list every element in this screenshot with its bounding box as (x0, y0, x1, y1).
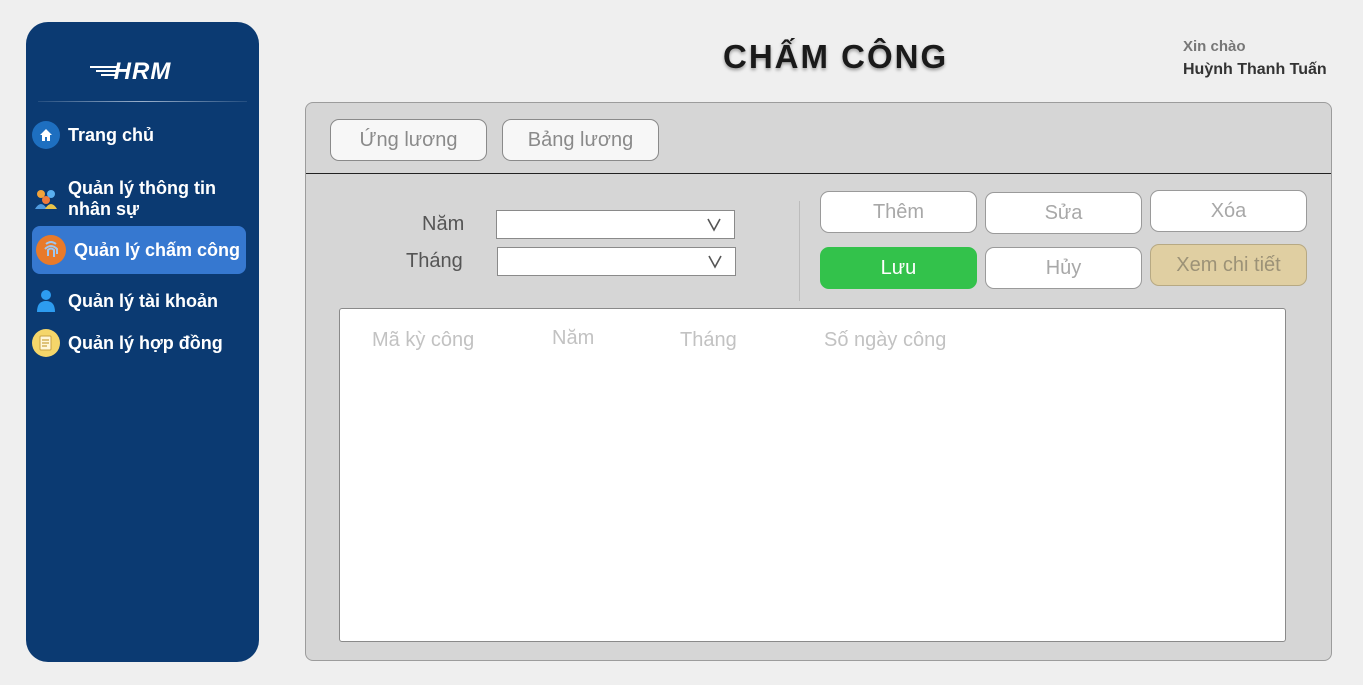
sidebar-item-personnel[interactable]: Quản lý thông tin nhân sự (32, 176, 246, 222)
people-icon (32, 185, 60, 213)
tab-salary-advance[interactable]: Ứng lương (330, 119, 487, 161)
tab-payroll[interactable]: Bảng lương (502, 119, 659, 161)
page-title: CHẤM CÔNG (723, 38, 949, 75)
column-header-month: Tháng (680, 329, 737, 351)
user-name: Huỳnh Thanh Tuấn (1183, 61, 1327, 78)
chevron-down-icon (708, 255, 722, 269)
tab-divider (306, 173, 1331, 174)
attendance-table: Mã kỳ công Năm Tháng Số ngày công (339, 308, 1286, 642)
sidebar-item-label: Quản lý chấm công (74, 239, 241, 260)
year-select[interactable] (496, 210, 735, 239)
month-label: Tháng (406, 250, 463, 272)
sidebar-item-label: Quản lý tài khoản (68, 290, 219, 311)
sidebar: HRM Trang chủ Quản lý thông tin nhân sự … (26, 22, 259, 662)
sidebar-item-home[interactable]: Trang chủ (32, 119, 246, 151)
column-header-year: Năm (552, 327, 595, 349)
sidebar-item-attendance[interactable]: Quản lý chấm công (32, 226, 246, 274)
main-panel: Ứng lương Bảng lương Năm Tháng Thêm Sửa … (305, 102, 1332, 661)
delete-button[interactable]: Xóa (1150, 190, 1307, 232)
hrm-logo: HRM (26, 58, 259, 86)
year-label: Năm (422, 213, 465, 235)
edit-button[interactable]: Sửa (985, 192, 1142, 234)
user-icon (32, 287, 60, 315)
sidebar-item-label: Trang chủ (68, 124, 155, 145)
chevron-down-icon (707, 218, 721, 232)
greeting-text: Xin chào (1183, 38, 1246, 55)
home-icon (32, 121, 60, 149)
logo-speed-lines (90, 66, 118, 78)
month-select[interactable] (497, 247, 736, 276)
column-header-workdays: Số ngày công (824, 329, 947, 351)
column-header-code: Mã kỳ công (372, 329, 475, 351)
save-button[interactable]: Lưu (820, 247, 977, 289)
vertical-divider (799, 201, 800, 301)
contract-icon (32, 329, 60, 357)
sidebar-item-label: Quản lý thông tin nhân sự (68, 178, 216, 219)
add-button[interactable]: Thêm (820, 191, 977, 233)
cancel-button[interactable]: Hủy (985, 247, 1142, 289)
sidebar-divider (38, 101, 247, 102)
sidebar-item-label: Quản lý hợp đồng (68, 332, 223, 353)
view-detail-button[interactable]: Xem chi tiết (1150, 244, 1307, 286)
fingerprint-icon (36, 235, 66, 265)
sidebar-item-accounts[interactable]: Quản lý tài khoản (32, 286, 246, 316)
sidebar-item-contracts[interactable]: Quản lý hợp đồng (32, 327, 246, 359)
logo-text: HRM (113, 58, 172, 85)
